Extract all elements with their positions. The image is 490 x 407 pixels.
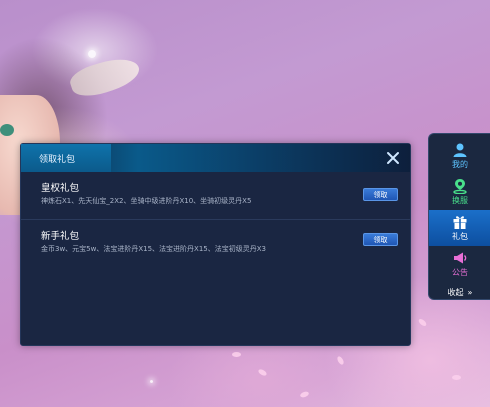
- side-menu-item-switch-server[interactable]: 换服: [429, 174, 490, 210]
- claim-button[interactable]: 领取: [363, 233, 398, 246]
- gift-icon: [450, 214, 470, 230]
- user-icon: [450, 142, 470, 158]
- side-menu-label: 我的: [452, 160, 468, 169]
- background-petal: [336, 355, 345, 366]
- background-sparkle: [150, 380, 153, 383]
- gift-description: 金币3w、元宝5w、法宝进阶丹X15、法宝进阶丹X15、法宝初级灵丹X3: [41, 245, 267, 253]
- collapse-label: 收起: [447, 287, 464, 297]
- background-character-eye: [0, 124, 14, 136]
- gift-title: 皇权礼包: [41, 183, 80, 194]
- side-menu: 我的 换服 礼包 公告 收起 »: [428, 133, 490, 300]
- location-pin-icon: [450, 178, 470, 194]
- side-menu-item-gift[interactable]: 礼包: [429, 210, 490, 246]
- gift-title: 新手礼包: [41, 231, 80, 242]
- gift-row-newbie: 新手礼包 金币3w、元宝5w、法宝进阶丹X15、法宝进阶丹X15、法宝初级灵丹X…: [21, 219, 410, 265]
- background-petal: [257, 368, 268, 377]
- background-petal: [417, 317, 428, 328]
- background-petal: [232, 352, 241, 357]
- background-petal: [452, 375, 461, 380]
- close-x-icon: [386, 151, 400, 165]
- dialog-header: 领取礼包: [21, 144, 410, 172]
- double-chevron-right-icon: »: [467, 287, 473, 297]
- background-hair-ornament: [67, 51, 143, 103]
- side-menu-item-mine[interactable]: 我的: [429, 138, 490, 174]
- gift-description: 神炼石X1、先天仙宝_2X2、坐骑中级进阶丹X10、坐骑初级灵丹X5: [41, 197, 252, 205]
- tab-claim-gift[interactable]: 领取礼包: [21, 144, 111, 172]
- collapse-button[interactable]: 收起 »: [429, 284, 490, 299]
- side-menu-label: 换服: [452, 196, 468, 205]
- background-petal: [299, 390, 310, 399]
- gift-dialog: 领取礼包 皇权礼包 神炼石X1、先天仙宝_2X2、坐骑中级进阶丹X10、坐骑初级…: [20, 143, 411, 346]
- close-button[interactable]: [386, 151, 400, 165]
- side-menu-item-announcement[interactable]: 公告: [429, 246, 490, 282]
- side-menu-label: 公告: [452, 268, 468, 277]
- megaphone-icon: [450, 250, 470, 266]
- claim-button[interactable]: 领取: [363, 188, 398, 201]
- side-menu-label: 礼包: [452, 232, 468, 241]
- gift-row-huangquan: 皇权礼包 神炼石X1、先天仙宝_2X2、坐骑中级进阶丹X10、坐骑初级灵丹X5 …: [21, 172, 410, 218]
- background-sparkle: [88, 50, 96, 58]
